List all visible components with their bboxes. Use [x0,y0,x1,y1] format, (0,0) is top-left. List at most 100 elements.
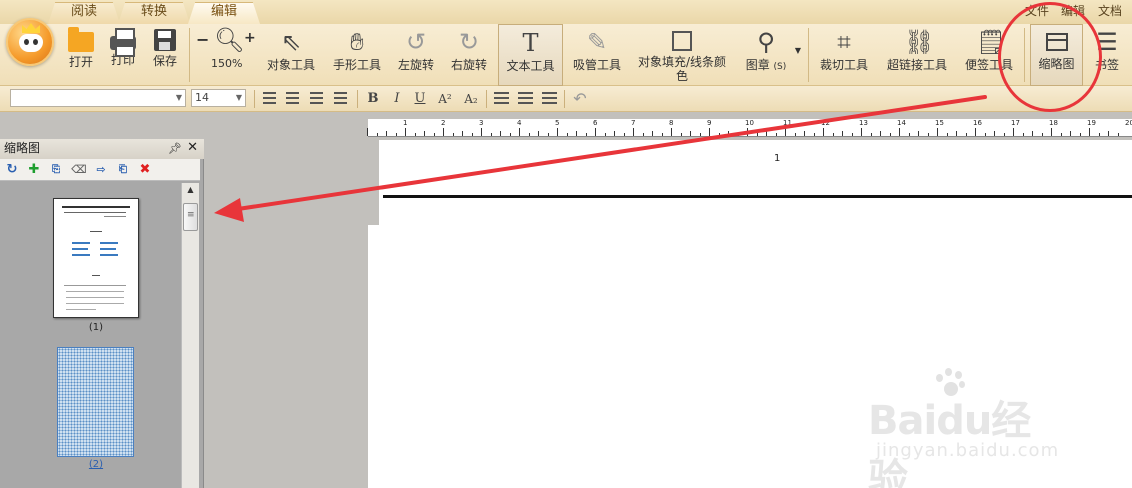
magnifier-icon[interactable]: 🔍︎ [214,27,244,53]
hyperlink-tool-label: 超链接工具 [886,58,947,72]
zoom-value[interactable]: 150% [211,57,242,70]
ruler-tick [880,131,881,136]
ruler-tick [918,131,919,136]
ruler-number: 16 [973,119,982,127]
menu-document[interactable]: 文档 [1098,2,1122,19]
ruler-tick [623,133,625,136]
ruler-number: 13 [859,119,868,127]
tab-read[interactable]: 阅读 [48,2,120,24]
color-box-icon [672,31,692,51]
align-right-icon[interactable] [310,92,323,104]
underline-button[interactable]: U [411,90,429,108]
print-button[interactable]: 打印 [106,24,140,86]
format-divider [254,90,255,108]
text-tool-button[interactable]: T 文本工具 [498,24,563,86]
tab-convert[interactable]: 转换 [118,2,190,24]
insert-page-icon[interactable]: ⎘ [48,162,64,178]
superscript-button[interactable]: A² [434,90,456,108]
indent-icon[interactable] [542,92,557,104]
open-button[interactable]: 打开 [64,24,98,86]
page-thumbnail-1[interactable] [53,198,139,318]
ruler-tick [1003,133,1005,136]
ruler-tick [557,128,558,136]
ruler-tick [471,133,473,136]
cursor-arrow-icon: ⇖ [280,28,302,56]
ruler-tick [984,133,986,136]
bold-button[interactable]: B [364,90,382,108]
erase-page-icon[interactable]: ⌫ [71,162,87,178]
ruler-tick [386,131,387,136]
scrollbar-thumb[interactable] [183,203,198,231]
ruler-tick [414,133,416,136]
ruler-tick [1079,133,1081,136]
ruler-tick [908,133,910,136]
ruler-number: 5 [555,119,560,127]
extract-page-icon[interactable]: ⎗ [115,162,131,178]
scroll-up-icon[interactable]: ▲ [182,183,199,197]
close-icon[interactable]: ✕ [187,139,198,157]
printer-icon [110,28,136,57]
italic-button[interactable]: I [388,90,406,108]
ruler-tick [1089,128,1090,136]
ruler-tick [794,133,796,136]
crop-tool-button[interactable]: ⌗ 裁切工具 [814,24,874,86]
save-button[interactable]: 保存 [148,24,182,86]
font-size-select[interactable]: 14 ▼ [191,89,246,107]
thumbnail-scrollbar[interactable]: ▲ [181,183,199,488]
watermark-brand: Baidu经验 [868,398,1031,488]
eyedropper-label: 吸管工具 [572,58,621,72]
hand-tool-button[interactable]: ✋︎ 手形工具 [328,24,386,86]
line-spacing-icon[interactable] [494,92,509,104]
page-thumbnail-2[interactable] [57,347,134,457]
page-1[interactable]: 1 [379,140,1132,226]
align-center-icon[interactable] [286,92,299,104]
undo-icon[interactable]: ↶ [571,90,589,108]
pdf-editor-window: 阅读 转换 编辑 文件 编辑 文档 打开 打印 保存 − 🔍︎ + 150% ⇖… [0,0,1132,488]
ruler-tick [576,131,577,136]
fill-color-button[interactable]: 对象填充/线条颜色 [634,24,730,86]
page-thumbnail-label: (1) [88,322,104,333]
ruler-tick [870,133,872,136]
stamp-dropdown-arrow[interactable]: ▼ [792,24,804,86]
rotate-right-icon: ↻ [458,28,480,56]
ruler-number: 3 [479,119,484,127]
stamp-button[interactable]: ⚲ 图章 (S) [740,24,792,86]
align-justify-icon[interactable] [334,92,347,104]
zoom-in-button[interactable]: + [244,30,256,46]
object-tool-button[interactable]: ⇖ 对象工具 [262,24,320,86]
font-family-select[interactable]: ▼ [10,89,186,107]
rotate-right-label: 右旋转 [450,58,487,72]
crop-icon: ⌗ [837,28,851,56]
tab-edit[interactable]: 编辑 [188,2,260,24]
thumbnail-toolbar: ↻ ✚ ⎘ ⌫ ⇨ ⎗ ✖ [0,159,200,181]
rotate-right-button[interactable]: ↻ 右旋转 [446,24,492,86]
delete-page-icon[interactable]: ✖ [137,162,153,178]
export-page-icon[interactable]: ⇨ [93,162,109,178]
ruler-tick [889,133,891,136]
pin-icon[interactable]: 📌︎ [168,140,182,158]
ruler-number: 8 [669,119,674,127]
ruler-tick [899,128,900,136]
link-chain-icon: ⛓︎ [904,28,935,56]
ruler-number: 17 [1011,119,1020,127]
ruler-tick [861,128,862,136]
ruler-tick [842,131,843,136]
app-logo-icon[interactable] [6,18,54,66]
ruler-tick [367,128,368,136]
rotate-page-icon[interactable]: ↻ [4,162,20,178]
eyedropper-button[interactable]: ✎ 吸管工具 [568,24,626,86]
rotate-left-button[interactable]: ↺ 左旋转 [393,24,439,86]
ruler-tick [424,131,425,136]
paragraph-spacing-icon[interactable] [518,92,533,104]
align-left-icon[interactable] [263,92,276,104]
subscript-button[interactable]: A₂ [460,90,482,108]
folder-icon [68,27,94,52]
watermark-url: jingyan.baidu.com [876,440,1060,461]
horizontal-ruler: 1 2 3 4 5 6 7 8 9 10 11 12 13 14 15 16 17 18 19 20 [367,119,1132,137]
format-divider [564,90,565,108]
ruler-tick [690,131,691,136]
ruler-tick [1022,133,1024,136]
zoom-out-button[interactable]: − [196,30,209,49]
add-page-icon[interactable]: ✚ [26,162,42,178]
hyperlink-tool-button[interactable]: ⛓︎ 超链接工具 [882,24,952,86]
